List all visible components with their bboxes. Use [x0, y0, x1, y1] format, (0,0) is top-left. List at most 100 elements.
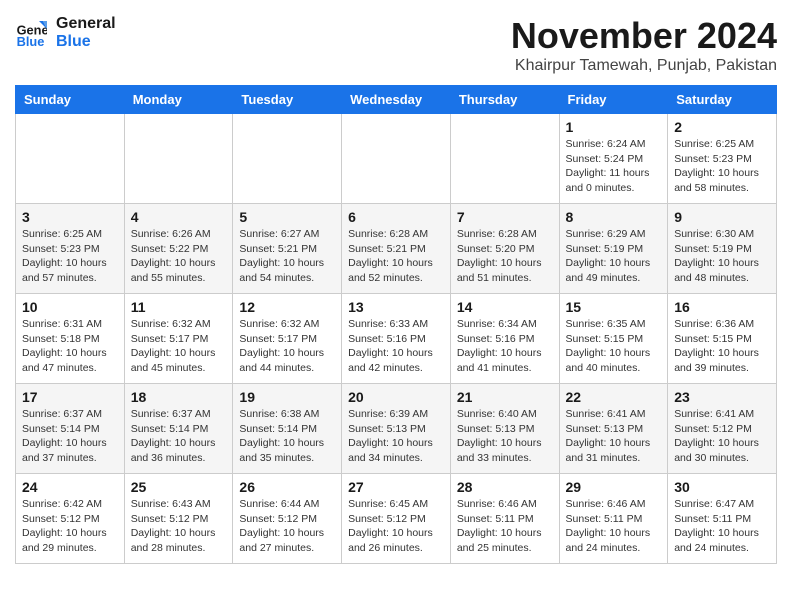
day-number: 19: [239, 389, 335, 405]
day-info: Sunrise: 6:29 AM Sunset: 5:19 PM Dayligh…: [566, 227, 662, 286]
day-number: 2: [674, 119, 770, 135]
day-info: Sunrise: 6:24 AM Sunset: 5:24 PM Dayligh…: [566, 137, 662, 196]
day-cell: 2 Sunrise: 6:25 AM Sunset: 5:23 PM Daylig…: [668, 114, 777, 204]
day-info: Sunrise: 6:26 AM Sunset: 5:22 PM Dayligh…: [131, 227, 227, 286]
day-number: 24: [22, 479, 118, 495]
logo: General Blue General Blue: [15, 15, 116, 51]
day-number: 12: [239, 299, 335, 315]
weekday-header-monday: Monday: [124, 86, 233, 114]
day-info: Sunrise: 6:45 AM Sunset: 5:12 PM Dayligh…: [348, 497, 444, 556]
day-number: 27: [348, 479, 444, 495]
day-info: Sunrise: 6:43 AM Sunset: 5:12 PM Dayligh…: [131, 497, 227, 556]
week-row-4: 24 Sunrise: 6:42 AM Sunset: 5:12 PM Dayli…: [16, 474, 777, 564]
day-number: 16: [674, 299, 770, 315]
day-info: Sunrise: 6:47 AM Sunset: 5:11 PM Dayligh…: [674, 497, 770, 556]
svg-text:Blue: Blue: [17, 34, 45, 49]
logo-general: General: [56, 15, 116, 33]
day-cell: 14Sunrise: 6:34 AM Sunset: 5:16 PM Dayli…: [450, 294, 559, 384]
day-number: 13: [348, 299, 444, 315]
day-info: Sunrise: 6:27 AM Sunset: 5:21 PM Dayligh…: [239, 227, 335, 286]
day-cell: 22Sunrise: 6:41 AM Sunset: 5:13 PM Dayli…: [559, 384, 668, 474]
day-info: Sunrise: 6:38 AM Sunset: 5:14 PM Dayligh…: [239, 407, 335, 466]
day-number: 10: [22, 299, 118, 315]
day-number: 17: [22, 389, 118, 405]
day-number: 22: [566, 389, 662, 405]
day-number: 20: [348, 389, 444, 405]
day-number: 18: [131, 389, 227, 405]
day-cell: [233, 114, 342, 204]
day-cell: 8 Sunrise: 6:29 AM Sunset: 5:19 PM Daylig…: [559, 204, 668, 294]
day-info: Sunrise: 6:44 AM Sunset: 5:12 PM Dayligh…: [239, 497, 335, 556]
calendar: SundayMondayTuesdayWednesdayThursdayFrid…: [15, 85, 777, 564]
day-number: 9: [674, 209, 770, 225]
day-cell: 21 Sunrise: 6:40 AM Sunset: 5:13 PM Dayli…: [450, 384, 559, 474]
day-number: 26: [239, 479, 335, 495]
day-cell: [450, 114, 559, 204]
day-info: Sunrise: 6:35 AM Sunset: 5:15 PM Dayligh…: [566, 317, 662, 376]
day-cell: 16 Sunrise: 6:36 AM Sunset: 5:15 PM Dayli…: [668, 294, 777, 384]
day-cell: 12Sunrise: 6:32 AM Sunset: 5:17 PM Dayli…: [233, 294, 342, 384]
day-number: 21: [457, 389, 553, 405]
weekday-header-thursday: Thursday: [450, 86, 559, 114]
day-info: Sunrise: 6:46 AM Sunset: 5:11 PM Dayligh…: [566, 497, 662, 556]
weekday-header-tuesday: Tuesday: [233, 86, 342, 114]
day-cell: 4 Sunrise: 6:26 AM Sunset: 5:22 PM Daylig…: [124, 204, 233, 294]
day-number: 29: [566, 479, 662, 495]
location: Khairpur Tamewah, Punjab, Pakistan: [511, 57, 777, 75]
day-number: 8: [566, 209, 662, 225]
day-cell: 5Sunrise: 6:27 AM Sunset: 5:21 PM Daylig…: [233, 204, 342, 294]
logo-icon: General Blue: [15, 17, 47, 49]
day-cell: 7Sunrise: 6:28 AM Sunset: 5:20 PM Daylig…: [450, 204, 559, 294]
day-cell: 24 Sunrise: 6:42 AM Sunset: 5:12 PM Dayli…: [16, 474, 125, 564]
weekday-header-sunday: Sunday: [16, 86, 125, 114]
day-number: 7: [457, 209, 553, 225]
logo-blue: Blue: [56, 33, 116, 51]
day-cell: 13 Sunrise: 6:33 AM Sunset: 5:16 PM Dayli…: [342, 294, 451, 384]
day-cell: 17 Sunrise: 6:37 AM Sunset: 5:14 PM Dayli…: [16, 384, 125, 474]
day-info: Sunrise: 6:28 AM Sunset: 5:21 PM Dayligh…: [348, 227, 444, 286]
day-cell: [16, 114, 125, 204]
day-number: 6: [348, 209, 444, 225]
week-row-2: 10Sunrise: 6:31 AM Sunset: 5:18 PM Dayli…: [16, 294, 777, 384]
weekday-header-row: SundayMondayTuesdayWednesdayThursdayFrid…: [16, 86, 777, 114]
day-cell: 18 Sunrise: 6:37 AM Sunset: 5:14 PM Dayli…: [124, 384, 233, 474]
day-cell: 1 Sunrise: 6:24 AM Sunset: 5:24 PM Daylig…: [559, 114, 668, 204]
week-row-1: 3Sunrise: 6:25 AM Sunset: 5:23 PM Daylig…: [16, 204, 777, 294]
week-row-3: 17 Sunrise: 6:37 AM Sunset: 5:14 PM Dayli…: [16, 384, 777, 474]
day-info: Sunrise: 6:25 AM Sunset: 5:23 PM Dayligh…: [22, 227, 118, 286]
day-cell: [342, 114, 451, 204]
day-number: 25: [131, 479, 227, 495]
day-cell: 15 Sunrise: 6:35 AM Sunset: 5:15 PM Dayli…: [559, 294, 668, 384]
day-cell: 30 Sunrise: 6:47 AM Sunset: 5:11 PM Dayli…: [668, 474, 777, 564]
day-info: Sunrise: 6:40 AM Sunset: 5:13 PM Dayligh…: [457, 407, 553, 466]
day-info: Sunrise: 6:33 AM Sunset: 5:16 PM Dayligh…: [348, 317, 444, 376]
day-cell: 6 Sunrise: 6:28 AM Sunset: 5:21 PM Daylig…: [342, 204, 451, 294]
day-info: Sunrise: 6:37 AM Sunset: 5:14 PM Dayligh…: [131, 407, 227, 466]
day-info: Sunrise: 6:46 AM Sunset: 5:11 PM Dayligh…: [457, 497, 553, 556]
day-number: 15: [566, 299, 662, 315]
day-info: Sunrise: 6:32 AM Sunset: 5:17 PM Dayligh…: [131, 317, 227, 376]
page-header: General Blue General Blue November 2024 …: [15, 15, 777, 75]
day-info: Sunrise: 6:39 AM Sunset: 5:13 PM Dayligh…: [348, 407, 444, 466]
weekday-header-saturday: Saturday: [668, 86, 777, 114]
day-info: Sunrise: 6:30 AM Sunset: 5:19 PM Dayligh…: [674, 227, 770, 286]
day-cell: 29 Sunrise: 6:46 AM Sunset: 5:11 PM Dayli…: [559, 474, 668, 564]
day-cell: [124, 114, 233, 204]
day-cell: 11Sunrise: 6:32 AM Sunset: 5:17 PM Dayli…: [124, 294, 233, 384]
day-info: Sunrise: 6:25 AM Sunset: 5:23 PM Dayligh…: [674, 137, 770, 196]
day-info: Sunrise: 6:42 AM Sunset: 5:12 PM Dayligh…: [22, 497, 118, 556]
day-cell: 3Sunrise: 6:25 AM Sunset: 5:23 PM Daylig…: [16, 204, 125, 294]
weekday-header-wednesday: Wednesday: [342, 86, 451, 114]
day-info: Sunrise: 6:36 AM Sunset: 5:15 PM Dayligh…: [674, 317, 770, 376]
day-number: 23: [674, 389, 770, 405]
day-number: 1: [566, 119, 662, 135]
day-info: Sunrise: 6:34 AM Sunset: 5:16 PM Dayligh…: [457, 317, 553, 376]
day-cell: 26 Sunrise: 6:44 AM Sunset: 5:12 PM Dayli…: [233, 474, 342, 564]
day-number: 28: [457, 479, 553, 495]
day-info: Sunrise: 6:37 AM Sunset: 5:14 PM Dayligh…: [22, 407, 118, 466]
day-cell: 20 Sunrise: 6:39 AM Sunset: 5:13 PM Dayli…: [342, 384, 451, 474]
day-number: 4: [131, 209, 227, 225]
month-title: November 2024: [511, 15, 777, 57]
day-number: 30: [674, 479, 770, 495]
week-row-0: 1 Sunrise: 6:24 AM Sunset: 5:24 PM Daylig…: [16, 114, 777, 204]
